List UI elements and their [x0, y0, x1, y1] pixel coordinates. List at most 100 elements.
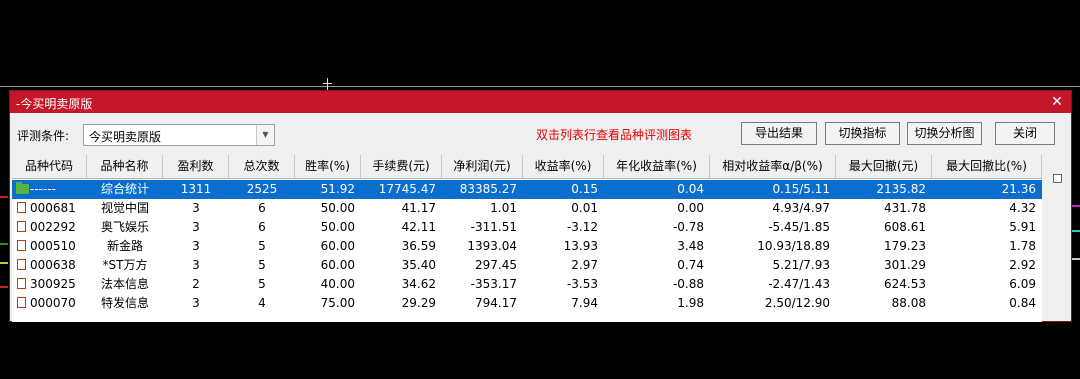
table-cell: 2.92: [1009, 258, 1036, 272]
table-cell: 4.32: [1009, 201, 1036, 215]
chart-border-line: [0, 86, 1080, 87]
table-cell: 608.61: [884, 220, 926, 234]
table-cell: 0.01: [571, 201, 598, 215]
table-cell: 0.15/5.11: [772, 182, 830, 196]
export-results-button[interactable]: 导出结果: [741, 122, 817, 145]
table-cell: 35.40: [401, 258, 436, 272]
background-chart-fragment: [0, 243, 8, 245]
condition-select[interactable]: 今买明卖原版 ▼: [83, 124, 275, 146]
table-cell: 300925: [30, 277, 76, 291]
close-icon[interactable]: ✕: [1049, 94, 1065, 110]
table-cell: 51.92: [320, 182, 355, 196]
background-chart-fragment: [1072, 258, 1080, 260]
column-header[interactable]: 盈利数: [163, 155, 229, 178]
background-chart-fragment: [1072, 230, 1080, 232]
results-table[interactable]: 品种代码 品种名称 盈利数 总次数 胜率(%) 手续费(元) 净利润(元) 收益…: [12, 155, 1042, 322]
table-cell: 34.62: [401, 277, 436, 291]
table-cell: 88.08: [891, 296, 926, 310]
table-cell: 83385.27: [459, 182, 517, 196]
column-header[interactable]: 最大回撤比(%): [932, 155, 1042, 178]
table-cell: 794.17: [475, 296, 517, 310]
column-header[interactable]: 净利润(元): [442, 155, 523, 178]
column-header[interactable]: 胜率(%): [295, 155, 361, 178]
table-cell: 5.21/7.93: [772, 258, 830, 272]
table-cell: 2525: [246, 182, 278, 196]
document-icon: [17, 240, 26, 251]
table-cell: 75.00: [320, 296, 355, 310]
table-header: 品种代码 品种名称 盈利数 总次数 胜率(%) 手续费(元) 净利润(元) 收益…: [12, 155, 1042, 179]
switch-metric-button[interactable]: 切换指标: [825, 122, 900, 145]
column-header[interactable]: 最大回撤(元): [836, 155, 932, 178]
table-cell: 60.00: [320, 239, 355, 253]
backtest-result-dialog: -今买明卖原版 ✕ 评测条件: 今买明卖原版 ▼ 双击列表行查看品种评测图表 导…: [9, 90, 1072, 322]
document-icon: [17, 259, 26, 270]
partially-visible-row: [12, 313, 1042, 322]
table-cell: 301.29: [884, 258, 926, 272]
chevron-down-icon[interactable]: ▼: [256, 125, 274, 145]
table-cell: 6: [258, 201, 266, 215]
table-cell: 624.53: [884, 277, 926, 291]
table-cell: 13.93: [563, 239, 598, 253]
table-cell: 4: [258, 296, 266, 310]
table-cell: 000510: [30, 239, 76, 253]
column-header[interactable]: 品种代码: [12, 155, 87, 178]
table-cell: 297.45: [475, 258, 517, 272]
table-cell: -3.12: [566, 220, 598, 234]
close-button[interactable]: 关闭: [995, 122, 1055, 145]
condition-label: 评测条件:: [17, 129, 70, 143]
switch-chart-button[interactable]: 切换分析图: [907, 122, 982, 145]
table-cell: 1.01: [490, 201, 517, 215]
table-cell: 4.93/4.97: [772, 201, 830, 215]
table-cell: 5.91: [1009, 220, 1036, 234]
condition-select-value: 今买明卖原版: [89, 130, 162, 144]
table-row[interactable]: 300925 法本信息 2 5 40.00 34.62 -353.17 -3.53 -0.88 -…: [12, 275, 1042, 294]
table-cell: 奥飞娱乐: [100, 220, 149, 234]
table-row[interactable]: 000070 特发信息 3 4 75.00 29.29 794.17 7.94 1.98 2.50…: [12, 294, 1042, 313]
folder-icon: [16, 182, 29, 194]
table-cell: 5: [258, 239, 266, 253]
table-cell: 5: [258, 277, 266, 291]
column-header[interactable]: 年化收益率(%): [604, 155, 710, 178]
table-cell: 0.84: [1009, 296, 1036, 310]
table-cell: 17745.47: [378, 182, 436, 196]
column-header[interactable]: 总次数: [229, 155, 295, 178]
table-cell: -0.78: [672, 220, 704, 234]
table-cell: 41.17: [401, 201, 436, 215]
table-cell: 7.94: [571, 296, 598, 310]
dialog-title-bar[interactable]: -今买明卖原版 ✕: [10, 91, 1071, 113]
table-cell: 视觉中国: [100, 201, 149, 215]
column-header[interactable]: 手续费(元): [361, 155, 442, 178]
table-cell: 法本信息: [100, 277, 149, 291]
table-cell: -3.53: [566, 277, 598, 291]
table-cell: 0.15: [571, 182, 598, 196]
table-cell: 1311: [180, 182, 212, 196]
column-header[interactable]: 相对收益率α/β(%): [710, 155, 836, 178]
table-row[interactable]: 000638 *ST万方 3 5 60.00 35.40 297.45 2.97 0.74 5.2…: [12, 256, 1042, 275]
document-icon: [17, 278, 26, 289]
table-cell: 431.78: [884, 201, 926, 215]
summary-row[interactable]: ------ 综合统计 1311 2525 51.92 17745.47 83385.27 0…: [12, 180, 1042, 199]
column-header[interactable]: 收益率(%): [523, 155, 604, 178]
table-row[interactable]: 000681 视觉中国 3 6 50.00 41.17 1.01 0.01 0.00 4.93/4…: [12, 199, 1042, 218]
table-cell: -311.51: [470, 220, 517, 234]
table-cell: 综合统计: [100, 182, 149, 196]
document-icon: [17, 202, 26, 213]
table-cell: 3: [192, 201, 200, 215]
table-cell: 3: [192, 239, 200, 253]
table-cell: 50.00: [320, 201, 355, 215]
table-row[interactable]: 002292 奥飞娱乐 3 6 50.00 42.11 -311.51 -3.12 -0.78 -…: [12, 218, 1042, 237]
table-cell: 000681: [30, 201, 76, 215]
table-cell: 179.23: [884, 239, 926, 253]
table-cell: 6.09: [1009, 277, 1036, 291]
table-cell: *ST万方: [102, 258, 148, 272]
scrollbar-box[interactable]: [1053, 174, 1062, 183]
column-header[interactable]: 品种名称: [87, 155, 163, 178]
table-cell: 1.98: [677, 296, 704, 310]
table-row[interactable]: 000510 新金路 3 5 60.00 36.59 1393.04 13.93 3.48 10.…: [12, 237, 1042, 256]
background-chart-fragment: [0, 196, 8, 198]
document-icon: [17, 221, 26, 232]
table-cell: 6: [258, 220, 266, 234]
document-icon: [17, 297, 26, 308]
table-cell: 42.11: [401, 220, 436, 234]
crosshair-cursor-h: [323, 83, 332, 84]
